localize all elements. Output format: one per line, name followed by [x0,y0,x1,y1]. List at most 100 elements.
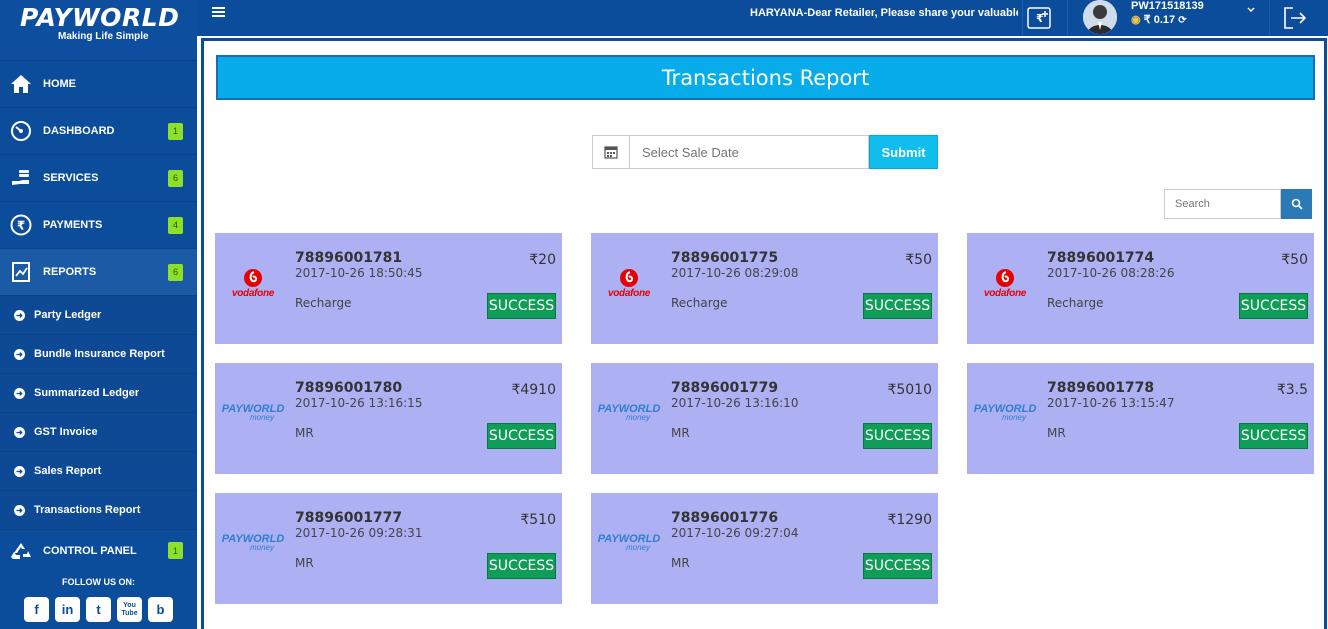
transaction-datetime: 2017-10-26 09:28:31 [295,526,423,540]
operator-logo: vodafone [599,259,659,307]
operator-logo: PAYWORLD money [222,519,285,567]
transaction-amount: ₹3.5 [1276,382,1308,398]
announcement-marquee: HARYANA-Dear Retailer, Please share your… [750,7,1018,19]
status-badge: SUCCESS [863,423,932,449]
submenu-label: Bundle Insurance Report [34,348,165,360]
logo-word: vodafone [983,287,1027,299]
rupee-circle-icon: ₹ [8,212,34,238]
balance-value: ₹ 0.17 [1143,14,1176,26]
transaction-amount: ₹50 [905,252,932,268]
follow-us-label: FOLLOW US ON: [62,577,135,587]
home-icon [8,71,34,97]
transaction-card[interactable]: vodafone 78896001774 2017-10-26 08:28:26 Re… [967,233,1314,344]
recycle-icon [8,538,34,564]
avatar[interactable] [1083,0,1117,34]
transaction-type: MR [1047,426,1066,440]
status-badge: SUCCESS [487,553,556,579]
transaction-card[interactable]: PAYWORLD money 78896001776 2017-10-26 09:27… [591,493,938,604]
brand-logo[interactable]: PAYWORLD Making Life Simple [0,0,197,60]
submenu-sales-report[interactable]: ➜ Sales Report [0,451,197,490]
arrow-circle-icon: ➜ [14,465,25,477]
operator-logo: vodafone [223,259,283,307]
sidebar-item-services[interactable]: SERVICES 6 [0,154,197,201]
submenu-party-ledger[interactable]: ➜ Party Ledger [0,295,197,334]
transaction-datetime: 2017-10-26 13:16:15 [295,396,423,410]
submit-button[interactable]: Submit [869,135,938,169]
hand-coins-icon [8,165,34,191]
sidebar-item-home[interactable]: HOME [0,60,197,107]
transaction-card[interactable]: PAYWORLD money 78896001780 2017-10-26 13:16… [215,363,562,474]
logo-word: vodafone [607,287,651,299]
submenu-label: Transactions Report [34,504,141,516]
search-input[interactable] [1164,189,1281,219]
sidebar-item-label: SERVICES [43,172,99,184]
status-badge: SUCCESS [1239,293,1308,319]
status-badge: SUCCESS [487,423,556,449]
arrow-circle-icon: ➜ [14,387,25,399]
sidebar-item-dashboard[interactable]: DASHBOARD 1 [0,107,197,154]
sidebar-item-payments[interactable]: ₹ PAYMENTS 4 [0,201,197,248]
count-badge: 4 [168,216,183,234]
blogger-icon[interactable]: b [148,597,173,622]
eye-icon[interactable]: ◉ [1131,14,1141,26]
operator-logo: PAYWORLD money [598,519,661,567]
sidebar-item-control-panel[interactable]: CONTROL PANEL 1 [0,529,197,571]
twitter-icon[interactable]: t [86,597,111,622]
sidebar-item-reports[interactable]: REPORTS 6 [0,248,197,295]
transaction-card[interactable]: vodafone 78896001775 2017-10-26 08:29:08 Re… [591,233,938,344]
search-icon[interactable] [1281,189,1312,219]
status-badge: SUCCESS [863,293,932,319]
speedometer-icon [8,118,34,144]
sidebar-item-label: CONTROL PANEL [43,544,137,557]
chevron-down-icon[interactable] [1247,5,1255,16]
transaction-type: Recharge [295,296,352,310]
operator-logo: vodafone [975,259,1035,307]
sidebar-item-label: REPORTS [43,266,97,278]
sale-date-input[interactable] [630,135,869,169]
add-money-icon[interactable]: ₹ [1027,0,1051,36]
linkedin-icon[interactable]: in [55,597,80,622]
arrow-circle-icon: ➜ [14,426,25,438]
transaction-datetime: 2017-10-26 08:29:08 [671,266,799,280]
menu-toggle-icon[interactable] [212,5,226,23]
submenu-label: Party Ledger [34,309,102,321]
facebook-icon[interactable]: f [24,597,49,622]
logout-icon[interactable] [1282,0,1308,36]
transaction-card[interactable]: PAYWORLD money 78896001777 2017-10-26 09:28… [215,493,562,604]
status-badge: SUCCESS [1239,423,1308,449]
transaction-card[interactable]: PAYWORLD money 78896001779 2017-10-26 13:16… [591,363,938,474]
logo-sub: money [249,413,274,422]
logo-sub: money [625,543,650,552]
logo-sub: money [1001,413,1026,422]
transaction-id: 78896001781 [295,250,403,266]
arrow-circle-icon: ➜ [14,348,25,360]
transaction-amount: ₹510 [520,512,556,528]
submenu-label: Summarized Ledger [34,387,140,399]
transaction-id: 78896001774 [1047,250,1155,266]
transaction-amount: ₹5010 [887,382,932,398]
transaction-id: 78896001778 [1047,380,1155,396]
transaction-card[interactable]: vodafone 78896001781 2017-10-26 18:50:45 Re… [215,233,562,344]
transaction-amount: ₹1290 [887,512,932,528]
youtube-icon[interactable]: You Tube [117,597,142,622]
operator-logo: PAYWORLD money [598,389,661,437]
date-filter: Submit [592,135,938,169]
transaction-amount: ₹50 [1281,252,1308,268]
operator-logo: PAYWORLD money [974,389,1037,437]
count-badge: 6 [168,263,183,281]
sidebar: PAYWORLD Making Life Simple HOME DASHBOA… [0,0,197,629]
vodafone-logo-icon [996,268,1014,287]
submenu-bundle-insurance-report[interactable]: ➜ Bundle Insurance Report [0,334,197,373]
transaction-type: MR [295,556,314,570]
transaction-datetime: 2017-10-26 09:27:04 [671,526,799,540]
arrow-circle-icon: ➜ [14,309,25,321]
refresh-icon[interactable]: ⟳ [1178,15,1186,26]
submenu-transactions-report[interactable]: ➜ Transactions Report [0,490,197,529]
transaction-id: 78896001775 [671,250,779,266]
transaction-datetime: 2017-10-26 18:50:45 [295,266,423,280]
submenu-summarized-ledger[interactable]: ➜ Summarized Ledger [0,373,197,412]
transaction-id: 78896001779 [671,380,779,396]
calendar-icon[interactable] [592,135,630,169]
submenu-gst-invoice[interactable]: ➜ GST Invoice [0,412,197,451]
transaction-card[interactable]: PAYWORLD money 78896001778 2017-10-26 13:15… [967,363,1314,474]
